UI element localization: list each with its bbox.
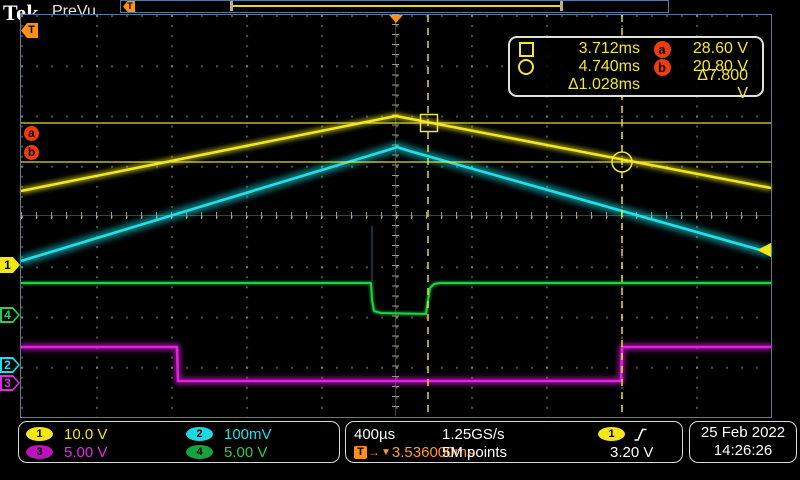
channel-4-readout[interactable]: 4 5.00 V	[186, 443, 339, 461]
trigger-source-readout[interactable]: 1	[598, 425, 682, 443]
cursor-delta-voltage: Δ7.800 V	[684, 67, 762, 103]
channel-4-badge: 4	[186, 445, 213, 459]
channel-1-position-marker[interactable]: 1	[0, 257, 20, 273]
record-view-bar[interactable]: T	[120, 0, 669, 13]
cursor-a-row: 3.712ms a 28.60 V	[510, 40, 762, 58]
circle-cursor-icon	[510, 59, 542, 75]
cursor-b-time: 4.740ms	[542, 58, 640, 76]
graticule-center-horizontal-ticks	[21, 212, 771, 219]
record-length-readout[interactable]: 5M points	[442, 443, 598, 461]
delay-trigger-icon: T	[354, 446, 367, 459]
cursor-a-badge[interactable]: a	[24, 126, 39, 141]
delay-reference-icon: ▼	[381, 447, 391, 458]
cursor-readout-box: 3.712ms a 28.60 V 4.740ms b 20.80 V Δ1.0…	[508, 36, 764, 97]
cursor-a-voltage: 28.60 V	[684, 40, 762, 58]
cursor-b-badge[interactable]: b	[24, 145, 39, 160]
channel-3-readout[interactable]: 3 5.00 V	[26, 443, 186, 461]
channel-1-readout[interactable]: 1 10.0 V	[26, 425, 186, 443]
time-label: 14:26:26	[714, 442, 772, 460]
trigger-slope-rising-icon	[633, 427, 648, 442]
channel-1-marker-label: 1	[0, 257, 15, 273]
square-cursor-icon	[510, 42, 542, 57]
record-trigger-icon: T	[123, 1, 135, 12]
channel-4-position-marker[interactable]: 4	[0, 307, 20, 323]
channel-4-scale: 5.00 V	[224, 444, 267, 461]
channel-scale-box: 1 10.0 V 2 100mV 3 5.00 V 4 5.00 V	[18, 421, 340, 463]
trigger-source-badge: 1	[598, 427, 625, 441]
delay-readout[interactable]: T → ▼ 3.536000ms	[354, 443, 442, 461]
record-window-indicator[interactable]	[233, 5, 560, 7]
channel-2-marker-label: 2	[0, 357, 15, 373]
channel-2-scale: 100mV	[224, 426, 272, 443]
oscilloscope-screen: Tek PreVu T T a b 1 4 2 3	[0, 0, 800, 480]
date-label: 25 Feb 2022	[701, 424, 785, 442]
channel-2-badge: 2	[186, 427, 213, 441]
cursor-b-channel-badge: b	[654, 59, 671, 76]
channel-4-marker-label: 4	[0, 307, 15, 323]
datetime-box: 25 Feb 2022 14:26:26	[689, 421, 797, 463]
cursor-a-time: 3.712ms	[542, 40, 640, 58]
channel-3-scale: 5.00 V	[64, 444, 107, 461]
channel-1-scale: 10.0 V	[64, 426, 107, 443]
sample-rate-readout[interactable]: 1.25GS/s	[442, 425, 598, 443]
trigger-level-readout[interactable]: 3.20 V	[598, 443, 682, 461]
trigger-level-arrow-icon[interactable]	[757, 243, 771, 257]
channel-2-readout[interactable]: 2 100mV	[186, 425, 339, 443]
horizontal-trigger-box: 400µs 1.25GS/s 1 T → ▼ 3.536000ms 5M poi…	[345, 421, 683, 463]
delay-arrow-icon: →	[368, 446, 380, 459]
timebase-readout[interactable]: 400µs	[354, 425, 442, 443]
cursor-delta-row: Δ1.028ms Δ7.800 V	[510, 76, 762, 94]
cursor-delta-time: Δ1.028ms	[542, 76, 640, 94]
trigger-position-icon[interactable]	[389, 15, 403, 23]
channel-1-badge: 1	[26, 427, 53, 441]
cursor-a-channel-badge: a	[654, 41, 671, 58]
channel-3-badge: 3	[26, 445, 53, 459]
channel-2-position-marker[interactable]: 2	[0, 357, 20, 373]
record-window-bracket-right	[560, 1, 563, 11]
channel-3-position-marker[interactable]: 3	[0, 375, 20, 391]
channel-3-marker-label: 3	[0, 375, 15, 391]
